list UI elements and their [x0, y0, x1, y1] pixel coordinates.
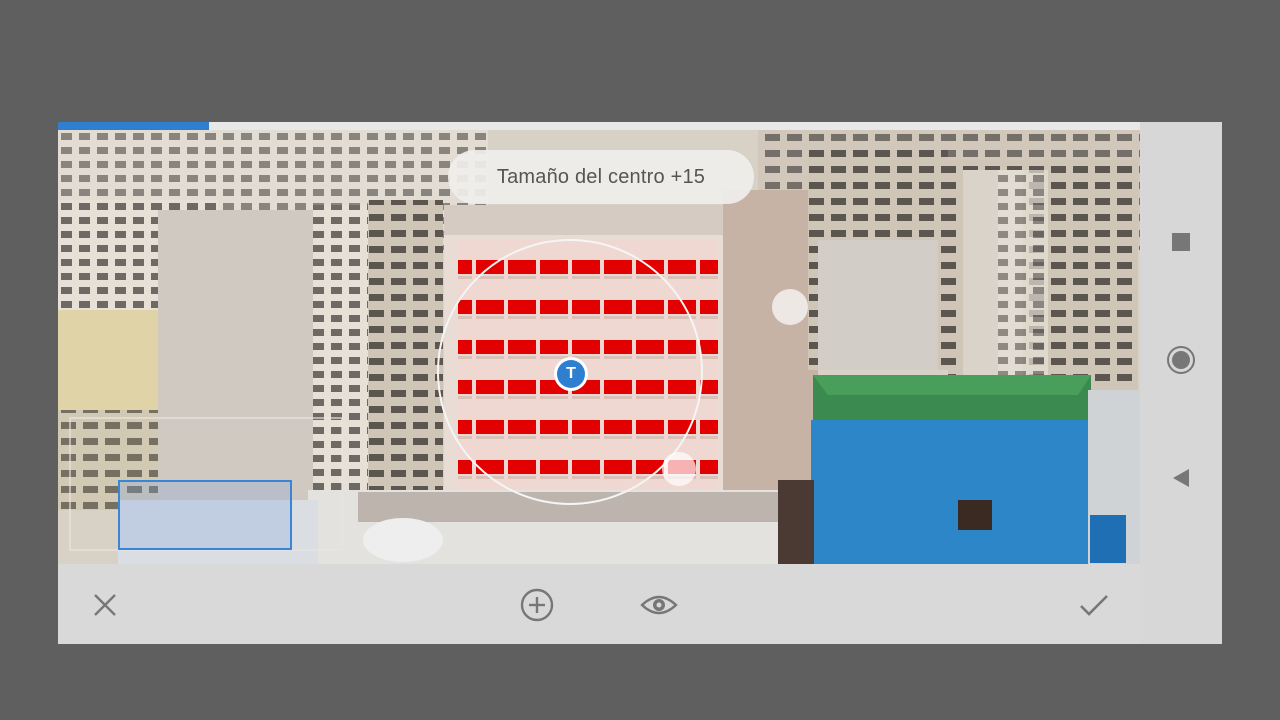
cancel-button[interactable] [88, 588, 122, 622]
circle-icon [1167, 346, 1195, 374]
control-point-letter: T [557, 360, 585, 388]
bottom-toolbar [58, 564, 1140, 644]
square-icon [1172, 233, 1190, 251]
progress-track [209, 122, 1140, 130]
preview-button[interactable] [638, 590, 680, 620]
control-point[interactable]: T [554, 357, 588, 391]
add-control-point-button[interactable] [518, 586, 556, 624]
home-button[interactable] [1161, 340, 1201, 380]
eye-icon [640, 595, 678, 615]
close-icon [94, 594, 116, 616]
back-button[interactable] [1161, 458, 1201, 498]
radius-handle-bottom[interactable] [662, 452, 696, 486]
adjustment-value: +15 [670, 165, 706, 188]
add-circle-icon [520, 588, 554, 622]
adjustment-label: Tamaño del centro [496, 165, 665, 188]
check-icon [1080, 595, 1108, 616]
system-nav-bar [1140, 122, 1222, 644]
apply-button[interactable] [1076, 590, 1112, 620]
triangle-back-icon [1173, 469, 1189, 487]
adjustment-tooltip: Tamaño del centro +15 [448, 150, 754, 204]
radius-handle-top[interactable] [772, 289, 808, 325]
edit-progress-bar [58, 122, 209, 130]
recents-button[interactable] [1161, 222, 1201, 262]
